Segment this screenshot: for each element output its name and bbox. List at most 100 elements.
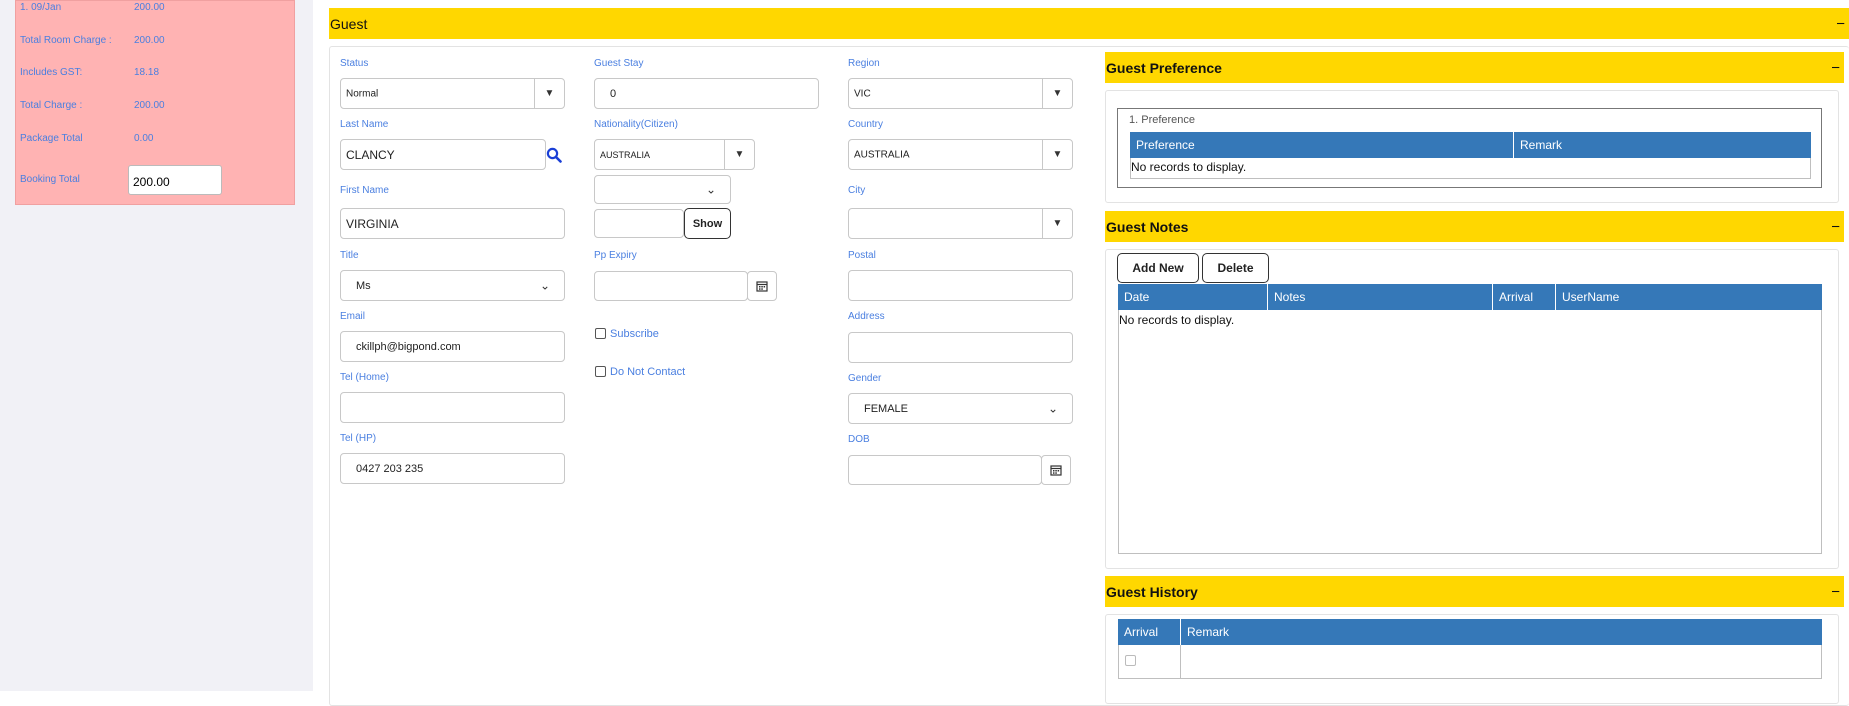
calendar-icon[interactable] bbox=[1041, 455, 1071, 485]
guest-history-title: Guest History bbox=[1106, 583, 1198, 600]
title-label: Title bbox=[340, 250, 359, 261]
history-row-checkbox[interactable] bbox=[1125, 655, 1136, 666]
region-label: Region bbox=[848, 58, 880, 69]
dob-input[interactable] bbox=[848, 455, 1042, 485]
address-input[interactable] bbox=[848, 332, 1073, 363]
charge-value: 200.00 bbox=[134, 100, 165, 111]
dropdown-arrow-icon[interactable]: ▼ bbox=[1042, 79, 1072, 108]
region-select[interactable]: VIC ▼ bbox=[848, 78, 1073, 109]
charge-label: Package Total bbox=[20, 133, 83, 144]
charge-label: Total Room Charge : bbox=[20, 35, 112, 46]
guest-notes-header[interactable]: Guest Notes − bbox=[1105, 211, 1844, 242]
pp-expiry-label: Pp Expiry bbox=[594, 250, 637, 261]
booking-total-input[interactable]: 200.00 bbox=[128, 165, 222, 195]
title-value: Ms bbox=[356, 279, 371, 292]
address-label: Address bbox=[848, 311, 885, 322]
tel-hp-value: 0427 203 235 bbox=[356, 462, 424, 475]
calendar-icon[interactable] bbox=[747, 271, 777, 301]
subscribe-label: Subscribe bbox=[610, 328, 659, 340]
guest-stay-label: Guest Stay bbox=[594, 58, 644, 69]
tel-home-label: Tel (Home) bbox=[340, 372, 389, 383]
column-header-preference[interactable]: Preference bbox=[1130, 132, 1514, 158]
collapse-icon[interactable]: − bbox=[1831, 59, 1840, 76]
charge-label: Total Charge : bbox=[20, 100, 83, 111]
email-input[interactable]: ckillph@bigpond.com bbox=[340, 331, 565, 362]
dropdown-arrow-icon[interactable]: ▼ bbox=[534, 79, 564, 108]
collapse-icon[interactable]: − bbox=[1836, 15, 1845, 32]
notes-grid-body bbox=[1118, 310, 1822, 554]
region-value: VIC bbox=[854, 88, 871, 99]
notes-empty-message: No records to display. bbox=[1119, 313, 1235, 327]
column-header-remark[interactable]: Remark bbox=[1181, 619, 1822, 645]
chevron-down-icon: ⌄ bbox=[539, 277, 550, 292]
chevron-down-icon: ⌄ bbox=[1047, 400, 1058, 415]
guest-section-header[interactable]: Guest − bbox=[329, 8, 1849, 39]
last-name-value: CLANCY bbox=[346, 147, 395, 162]
do-not-contact-checkbox[interactable] bbox=[595, 366, 606, 377]
city-select[interactable]: ▼ bbox=[848, 208, 1073, 239]
column-header-username[interactable]: UserName bbox=[1556, 284, 1822, 310]
first-name-value: VIRGINIA bbox=[346, 216, 399, 231]
collapse-icon[interactable]: − bbox=[1831, 218, 1840, 235]
add-new-button[interactable]: Add New bbox=[1117, 253, 1199, 283]
tel-hp-label: Tel (HP) bbox=[340, 433, 377, 444]
show-button[interactable]: Show bbox=[684, 208, 731, 239]
passport-type-select[interactable]: ⌄ bbox=[594, 175, 731, 204]
status-select[interactable]: Normal ▼ bbox=[340, 78, 565, 109]
country-value: AUSTRALIA bbox=[854, 149, 910, 160]
booking-total-label: Booking Total bbox=[20, 174, 80, 185]
notes-grid-header: Date Notes Arrival UserName bbox=[1118, 284, 1822, 310]
tel-home-input[interactable] bbox=[340, 392, 565, 423]
last-name-input[interactable]: CLANCY bbox=[340, 139, 546, 170]
guest-stay-input[interactable]: 0 bbox=[594, 78, 819, 109]
dropdown-arrow-icon[interactable]: ▼ bbox=[724, 140, 754, 169]
guest-history-header[interactable]: Guest History − bbox=[1105, 576, 1844, 607]
title-select[interactable]: Ms ⌄ bbox=[340, 270, 565, 301]
search-icon[interactable] bbox=[546, 147, 562, 163]
postal-label: Postal bbox=[848, 250, 876, 261]
column-header-arrival[interactable]: Arrival bbox=[1493, 284, 1556, 310]
gender-select[interactable]: FEMALE ⌄ bbox=[848, 393, 1073, 424]
email-value: ckillph@bigpond.com bbox=[356, 340, 461, 353]
last-name-label: Last Name bbox=[340, 119, 389, 130]
charge-value: 18.18 bbox=[134, 67, 160, 78]
nationality-select[interactable]: AUSTRALIA ▼ bbox=[594, 139, 755, 170]
dob-label: DOB bbox=[848, 434, 870, 445]
gender-label: Gender bbox=[848, 373, 882, 384]
nationality-label: Nationality(Citizen) bbox=[594, 119, 678, 130]
nationality-value: AUSTRALIA bbox=[600, 149, 651, 160]
preference-grid-header: Preference Remark bbox=[1130, 132, 1811, 158]
history-grid-header: Arrival Remark bbox=[1118, 619, 1822, 645]
collapse-icon[interactable]: − bbox=[1831, 583, 1840, 600]
city-label: City bbox=[848, 185, 866, 196]
charges-summary: 1. 09/Jan 200.00 Total Room Charge : 200… bbox=[15, 0, 295, 205]
column-header-date[interactable]: Date bbox=[1118, 284, 1268, 310]
charge-label: 1. 09/Jan bbox=[20, 2, 62, 13]
chevron-down-icon: ⌄ bbox=[705, 181, 716, 196]
country-select[interactable]: AUSTRALIA ▼ bbox=[848, 139, 1073, 170]
dropdown-arrow-icon[interactable]: ▼ bbox=[1042, 209, 1072, 238]
delete-button[interactable]: Delete bbox=[1202, 253, 1269, 283]
status-value: Normal bbox=[346, 88, 379, 99]
guest-preference-header[interactable]: Guest Preference − bbox=[1105, 52, 1844, 83]
charge-value: 200.00 bbox=[134, 35, 165, 46]
column-header-notes[interactable]: Notes bbox=[1268, 284, 1493, 310]
country-label: Country bbox=[848, 119, 884, 130]
tel-hp-input[interactable]: 0427 203 235 bbox=[340, 453, 565, 484]
charge-label: Includes GST: bbox=[20, 67, 83, 78]
gender-value: FEMALE bbox=[864, 402, 909, 415]
charge-value: 200.00 bbox=[134, 2, 165, 13]
pp-expiry-input[interactable] bbox=[594, 271, 748, 301]
subscribe-checkbox[interactable] bbox=[595, 328, 606, 339]
dropdown-arrow-icon[interactable]: ▼ bbox=[1042, 140, 1072, 169]
email-label: Email bbox=[340, 311, 366, 322]
passport-number-input[interactable] bbox=[594, 209, 684, 238]
do-not-contact-label: Do Not Contact bbox=[610, 366, 686, 378]
charge-value: 0.00 bbox=[134, 133, 154, 144]
postal-input[interactable] bbox=[848, 270, 1073, 301]
column-header-remark[interactable]: Remark bbox=[1514, 132, 1811, 158]
guest-stay-value: 0 bbox=[610, 87, 617, 100]
column-header-arrival[interactable]: Arrival bbox=[1118, 619, 1181, 645]
first-name-input[interactable]: VIRGINIA bbox=[340, 208, 565, 239]
preference-empty-message: No records to display. bbox=[1131, 160, 1247, 174]
